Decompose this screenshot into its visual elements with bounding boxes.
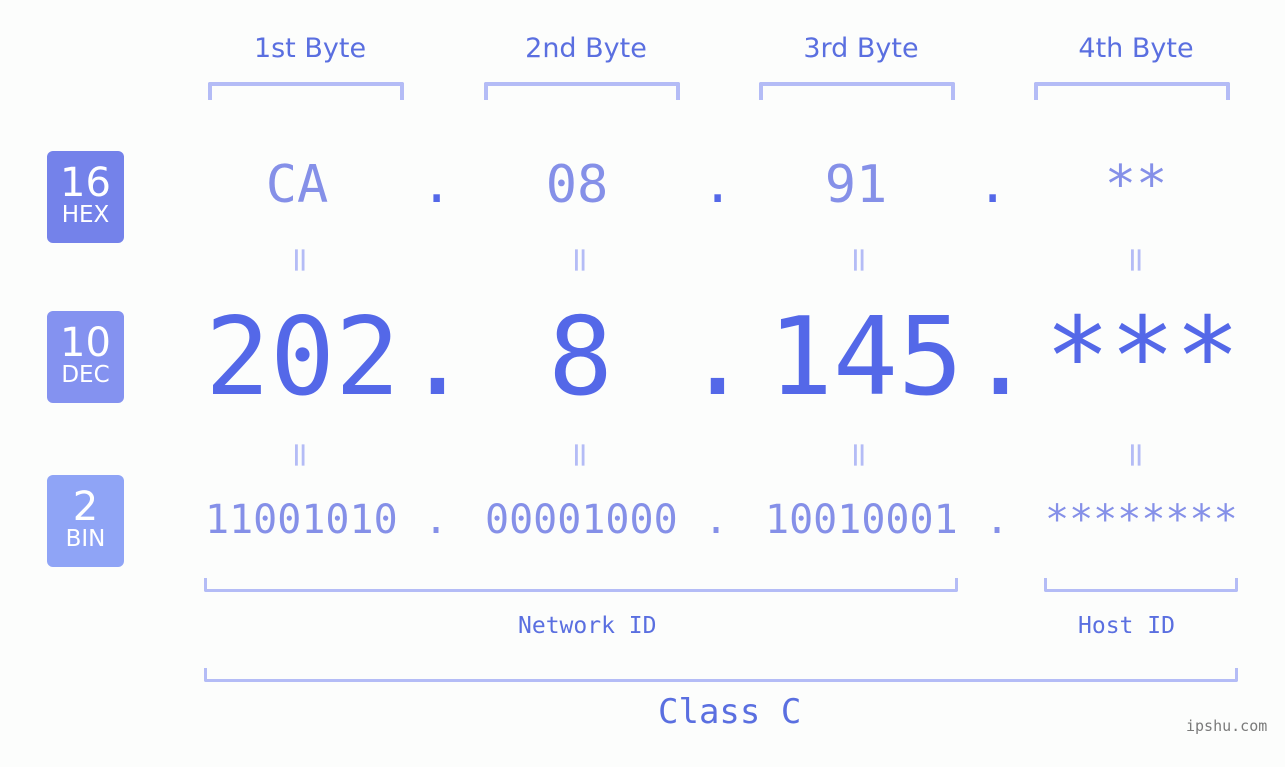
bin-value-4: ******** bbox=[1045, 497, 1238, 543]
bin-value-1: 11001010 bbox=[205, 497, 398, 543]
network-id-bracket bbox=[204, 578, 958, 592]
hex-value-3: 91 bbox=[824, 155, 888, 215]
hex-badge-number: 16 bbox=[60, 160, 111, 206]
dec-value-4: *** bbox=[1045, 295, 1241, 420]
dec-value-3: 145 bbox=[768, 295, 964, 420]
dec-separator-2: . bbox=[685, 295, 751, 420]
equals-sign: = bbox=[839, 245, 879, 275]
watermark: ipshu.com bbox=[1186, 717, 1268, 735]
hex-separator-2: . bbox=[702, 155, 734, 215]
equals-sign: = bbox=[1116, 245, 1156, 275]
dec-badge-number: 10 bbox=[60, 320, 111, 366]
dec-separator-1: . bbox=[405, 295, 471, 420]
hex-separator-3: . bbox=[977, 155, 1009, 215]
dec-separator-3: . bbox=[968, 295, 1034, 420]
bin-badge-label: BIN bbox=[65, 526, 106, 552]
equals-sign: = bbox=[280, 440, 320, 470]
hex-badge-label: HEX bbox=[61, 202, 110, 228]
host-id-bracket bbox=[1044, 578, 1238, 592]
equals-sign: = bbox=[839, 440, 879, 470]
byte-bracket-2 bbox=[484, 82, 680, 100]
hex-separator-1: . bbox=[421, 155, 453, 215]
dec-badge: 10 DEC bbox=[47, 311, 124, 403]
equals-sign: = bbox=[560, 440, 600, 470]
bin-separator-1: . bbox=[424, 497, 449, 543]
byte-bracket-1 bbox=[208, 82, 404, 100]
class-label: Class C bbox=[658, 692, 802, 732]
byte-label-1: 1st Byte bbox=[253, 33, 367, 64]
network-id-label: Network ID bbox=[518, 613, 657, 639]
hex-value-4: ** bbox=[1104, 155, 1168, 215]
hex-value-2: 08 bbox=[545, 155, 609, 215]
class-bracket bbox=[204, 668, 1238, 682]
hex-value-1: CA bbox=[265, 155, 329, 215]
equals-sign: = bbox=[560, 245, 600, 275]
dec-badge-label: DEC bbox=[61, 362, 110, 388]
equals-sign: = bbox=[280, 245, 320, 275]
byte-label-3: 3rd Byte bbox=[803, 33, 919, 64]
dec-value-2: 8 bbox=[548, 295, 614, 420]
bin-badge-number: 2 bbox=[72, 484, 99, 530]
bin-separator-2: . bbox=[704, 497, 729, 543]
hex-badge: 16 HEX bbox=[47, 151, 124, 243]
byte-bracket-4 bbox=[1034, 82, 1230, 100]
byte-bracket-3 bbox=[759, 82, 955, 100]
equals-sign: = bbox=[1116, 440, 1156, 470]
bin-separator-3: . bbox=[985, 497, 1010, 543]
byte-label-2: 2nd Byte bbox=[525, 33, 647, 64]
byte-label-4: 4th Byte bbox=[1078, 33, 1194, 64]
host-id-label: Host ID bbox=[1078, 613, 1175, 639]
bin-badge: 2 BIN bbox=[47, 475, 124, 567]
dec-value-1: 202 bbox=[205, 295, 401, 420]
bin-value-3: 10010001 bbox=[765, 497, 958, 543]
bin-value-2: 00001000 bbox=[485, 497, 678, 543]
